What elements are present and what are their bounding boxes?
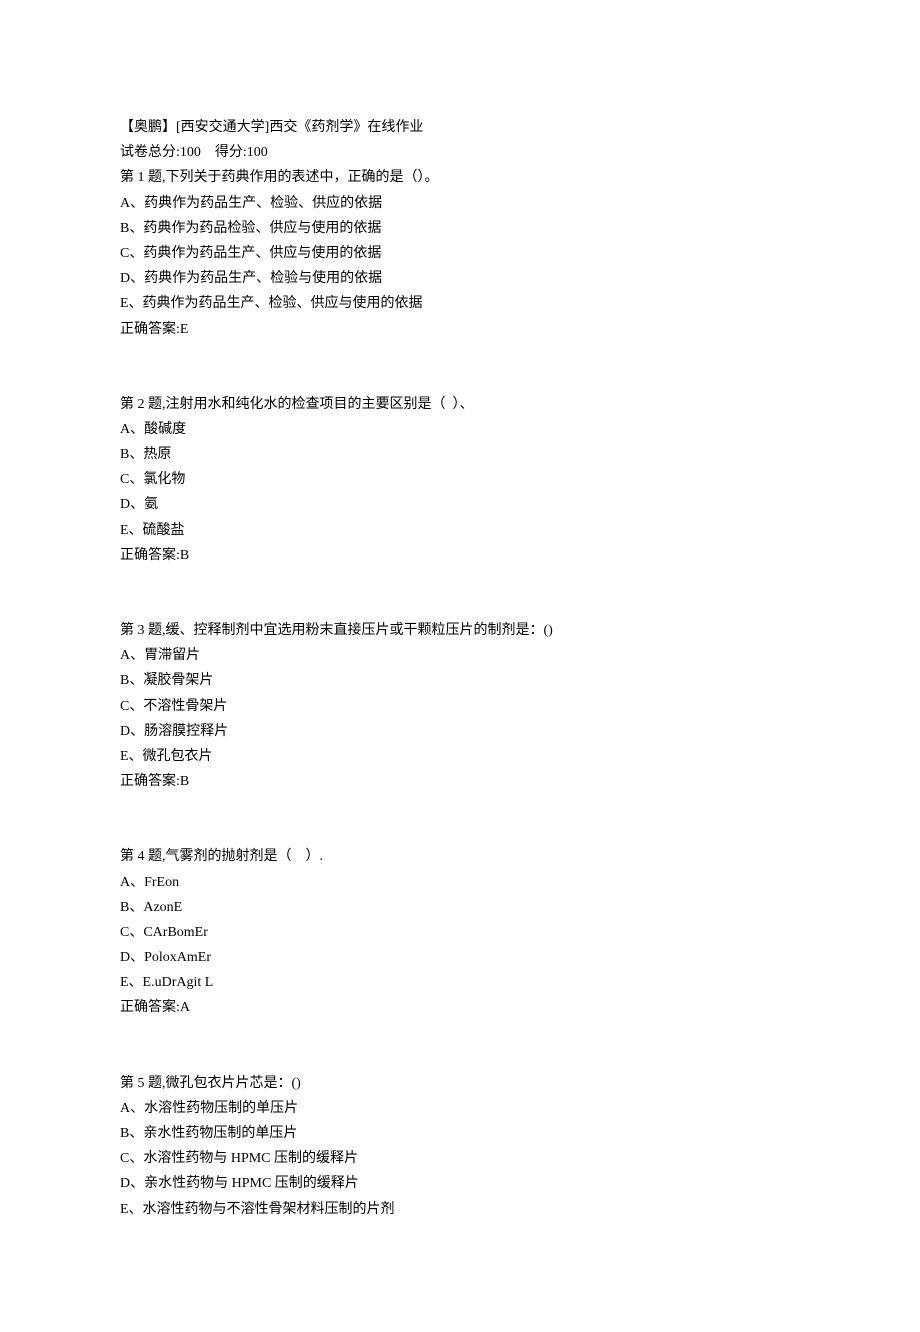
question-option: A、胃滞留片 xyxy=(120,643,800,668)
question-option: D、氨 xyxy=(120,492,800,517)
question-option: B、凝胶骨架片 xyxy=(120,668,800,693)
question-answer: 正确答案:A xyxy=(120,995,800,1020)
document-title: 【奥鹏】[西安交通大学]西交《药剂学》在线作业 xyxy=(120,115,800,140)
question-option: E、药典作为药品生产、检验、供应与使用的依据 xyxy=(120,291,800,316)
question-option: C、不溶性骨架片 xyxy=(120,694,800,719)
question-option: A、酸碱度 xyxy=(120,417,800,442)
question-option: E、微孔包衣片 xyxy=(120,744,800,769)
question-option: B、亲水性药物压制的单压片 xyxy=(120,1121,800,1146)
question-answer: 正确答案:B xyxy=(120,769,800,794)
question-option: E、水溶性药物与不溶性骨架材料压制的片剂 xyxy=(120,1197,800,1222)
question-option: C、CArBomEr xyxy=(120,920,800,945)
question-option: B、药典作为药品检验、供应与使用的依据 xyxy=(120,216,800,241)
question-option: D、亲水性药物与 HPMC 压制的缓释片 xyxy=(120,1171,800,1196)
question-option: B、热原 xyxy=(120,442,800,467)
question-prompt: 第 3 题,缓、控释制剂中宜选用粉末直接压片或干颗粒压片的制剂是：() xyxy=(120,618,800,643)
question-option: C、氯化物 xyxy=(120,467,800,492)
question-prompt: 第 1 题,下列关于药典作用的表述中，正确的是（）。 xyxy=(120,165,800,190)
question-option: B、AzonE xyxy=(120,895,800,920)
question-prompt: 第 5 题,微孔包衣片片芯是：() xyxy=(120,1071,800,1096)
question-prompt: 第 2 题,注射用水和纯化水的检查项目的主要区别是（ ）、 xyxy=(120,392,800,417)
question-option: A、药典作为药品生产、检验、供应的依据 xyxy=(120,191,800,216)
question-option: E、E.uDrAgit L xyxy=(120,970,800,995)
question-option: D、PoloxAmEr xyxy=(120,945,800,970)
question-answer: 正确答案:B xyxy=(120,543,800,568)
question-option: D、肠溶膜控释片 xyxy=(120,719,800,744)
question-option: A、水溶性药物压制的单压片 xyxy=(120,1096,800,1121)
question-option: C、药典作为药品生产、供应与使用的依据 xyxy=(120,241,800,266)
question-option: D、药典作为药品生产、检验与使用的依据 xyxy=(120,266,800,291)
question-prompt: 第 4 题,气雾剂的抛射剂是（ ）. xyxy=(120,844,800,869)
question-answer: 正确答案:E xyxy=(120,317,800,342)
question-option: E、硫酸盐 xyxy=(120,518,800,543)
score-line: 试卷总分:100 得分:100 xyxy=(120,140,800,165)
question-option: C、水溶性药物与 HPMC 压制的缓释片 xyxy=(120,1146,800,1171)
question-option: A、FrEon xyxy=(120,870,800,895)
